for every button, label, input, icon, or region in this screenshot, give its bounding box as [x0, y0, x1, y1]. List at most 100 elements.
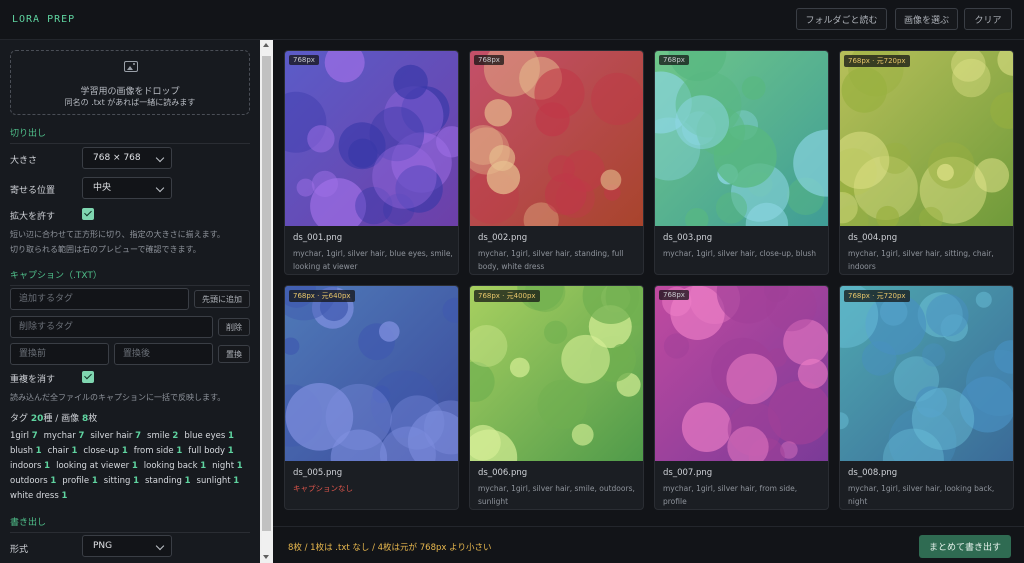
select-images-button[interactable]: 画像を選ぶ — [895, 8, 958, 30]
tag-count-badge: 1 — [50, 476, 57, 486]
scroll-down-icon[interactable] — [263, 555, 269, 559]
replace-to-input[interactable]: 置換後 — [114, 343, 213, 365]
tag-chip[interactable]: night 1 — [212, 459, 243, 474]
load-folder-button[interactable]: フォルダごと読む — [796, 8, 887, 30]
tag-chip[interactable]: chair 1 — [48, 444, 78, 459]
image-card[interactable]: 768px · 元400px ds_006.png mychar, 1girl, s… — [469, 285, 644, 510]
format-label: 形式 — [10, 545, 29, 555]
dedupe-checkbox[interactable] — [82, 371, 94, 383]
replace-from-input[interactable]: 置換前 — [10, 343, 109, 365]
export-all-button[interactable]: まとめて書き出す — [919, 535, 1011, 558]
tag-chip[interactable]: silver hair 7 — [90, 429, 141, 444]
image-thumbnail[interactable]: 768px · 元720px — [840, 286, 1013, 461]
tag-chip[interactable]: sitting 1 — [104, 474, 139, 489]
caption-text[interactable]: mychar, 1girl, silver hair, smile, outdo… — [478, 482, 638, 508]
position-select[interactable]: 中央 — [82, 177, 172, 199]
tag-chip[interactable]: from side 1 — [134, 444, 183, 459]
file-name: ds_006.png — [478, 468, 528, 478]
caption-text[interactable]: mychar, 1girl, silver hair, close-up, bl… — [663, 247, 823, 260]
position-label: 寄せる位置 — [10, 186, 56, 196]
image-dropzone[interactable]: 学習用の画像をドロップ 同名の .txt があれば一緒に読みます — [10, 50, 250, 115]
image-card[interactable]: 768px ds_007.png mychar, 1girl, silver hai… — [654, 285, 829, 510]
position-select-value: 中央 — [93, 183, 112, 193]
image-thumbnail[interactable]: 768px — [655, 286, 828, 461]
caption-text[interactable]: mychar, 1girl, silver hair, blue eyes, s… — [293, 247, 453, 273]
image-thumbnail[interactable]: 768px — [470, 51, 643, 226]
scrollbar-thumb[interactable] — [262, 56, 271, 531]
image-thumbnail[interactable]: 768px · 元720px — [840, 51, 1013, 226]
remove-tag-button[interactable]: 削除 — [218, 318, 250, 336]
tag-summary-mid: 種 / 画像 — [43, 414, 83, 424]
image-thumbnail[interactable]: 768px · 元400px — [470, 286, 643, 461]
upscale-label: 拡大を許す — [10, 212, 56, 222]
file-name: ds_002.png — [478, 233, 528, 243]
image-card[interactable]: 768px ds_001.png mychar, 1girl, silver hai… — [284, 50, 459, 275]
tag-name: looking back — [143, 461, 198, 471]
remove-tag-input[interactable]: 削除するタグ — [10, 316, 213, 338]
image-card[interactable]: 768px ds_003.png mychar, 1girl, silver hai… — [654, 50, 829, 275]
sidebar-scrollbar[interactable] — [260, 40, 273, 563]
caption-text[interactable]: mychar, 1girl, silver hair, looking back… — [848, 482, 1008, 508]
file-name: ds_003.png — [663, 233, 713, 243]
image-thumbnail[interactable]: 768px — [285, 51, 458, 226]
tag-count-badge: 1 — [131, 461, 138, 471]
image-card[interactable]: 768px · 元640px ds_005.png キャプションなし — [284, 285, 459, 510]
replace-button[interactable]: 置換 — [218, 345, 250, 363]
tag-name: standing — [144, 476, 182, 486]
size-select-value: 768 × 768 — [93, 153, 141, 163]
tag-count-badge: 7 — [78, 431, 85, 441]
file-name: ds_007.png — [663, 468, 713, 478]
tag-chip[interactable]: blue eyes 1 — [184, 429, 234, 444]
image-card[interactable]: 768px ds_002.png mychar, 1girl, silver hai… — [469, 50, 644, 275]
caption-text[interactable]: キャプションなし — [293, 482, 453, 495]
chevron-down-icon — [155, 541, 165, 551]
file-name: ds_005.png — [293, 468, 343, 478]
tag-name: from side — [133, 446, 174, 456]
tag-name: 1girl — [10, 431, 30, 441]
dropzone-subtext: 同名の .txt があれば一緒に読みます — [64, 98, 196, 107]
size-select[interactable]: 768 × 768 — [82, 147, 172, 169]
tag-chip[interactable]: looking at viewer 1 — [56, 459, 138, 474]
format-select[interactable]: PNG — [82, 535, 172, 557]
caption-note: 読み込んだ全ファイルのキャプションに一括で反映します。 — [10, 393, 226, 402]
app-header: LORA PREP フォルダごと読む 画像を選ぶ クリア — [0, 0, 1024, 40]
status-text: 8枚 / 1枚は .txt なし / 4枚は元が 768px より小さい — [288, 543, 492, 553]
tag-chip[interactable]: blush 1 — [10, 444, 42, 459]
tag-chip[interactable]: indoors 1 — [10, 459, 50, 474]
tag-summary: タグ 20種 / 画像 8枚 — [10, 411, 97, 424]
upscale-checkbox[interactable] — [82, 208, 94, 220]
tag-count-badge: 1 — [35, 446, 42, 456]
tag-chip[interactable]: outdoors 1 — [10, 474, 56, 489]
tag-name: blush — [10, 446, 33, 456]
image-thumbnail[interactable]: 768px — [655, 51, 828, 226]
image-thumbnail[interactable]: 768px · 元640px — [285, 286, 458, 461]
size-badge: 768px · 元640px — [289, 290, 355, 302]
tag-name: looking at viewer — [56, 461, 130, 471]
tag-chip[interactable]: full body 1 — [188, 444, 233, 459]
clear-button[interactable]: クリア — [964, 8, 1012, 30]
tag-chip[interactable]: 1girl 7 — [10, 429, 38, 444]
tag-name: blue eyes — [184, 431, 226, 441]
caption-text[interactable]: mychar, 1girl, silver hair, from side, p… — [663, 482, 823, 508]
tag-chip[interactable]: close-up 1 — [83, 444, 127, 459]
chevron-down-icon — [155, 183, 165, 193]
size-label: 大きさ — [10, 156, 38, 166]
tag-name: sunlight — [196, 476, 231, 486]
crop-note-1: 短い辺に合わせて正方形に切り、指定の大きさに揃えます。 — [10, 230, 225, 239]
add-tag-button[interactable]: 先頭に追加 — [194, 290, 250, 308]
tag-chip[interactable]: sunlight 1 — [197, 474, 240, 489]
caption-text[interactable]: mychar, 1girl, silver hair, sitting, cha… — [848, 247, 1008, 273]
scroll-up-icon[interactable] — [263, 43, 269, 47]
tag-chip[interactable]: smile 2 — [147, 429, 178, 444]
add-tag-input[interactable]: 追加するタグ — [10, 288, 189, 310]
tag-chip[interactable]: mychar 7 — [44, 429, 85, 444]
tag-name: smile — [147, 431, 170, 441]
tag-chip[interactable]: profile 1 — [62, 474, 97, 489]
tag-chip[interactable]: white dress 1 — [10, 489, 67, 504]
tag-count-badge: 1 — [227, 446, 234, 456]
tag-chip[interactable]: looking back 1 — [144, 459, 206, 474]
tag-chip[interactable]: standing 1 — [145, 474, 191, 489]
image-card[interactable]: 768px · 元720px ds_008.png mychar, 1girl, s… — [839, 285, 1014, 510]
caption-text[interactable]: mychar, 1girl, silver hair, standing, fu… — [478, 247, 638, 273]
image-card[interactable]: 768px · 元720px ds_004.png mychar, 1girl, s… — [839, 50, 1014, 275]
